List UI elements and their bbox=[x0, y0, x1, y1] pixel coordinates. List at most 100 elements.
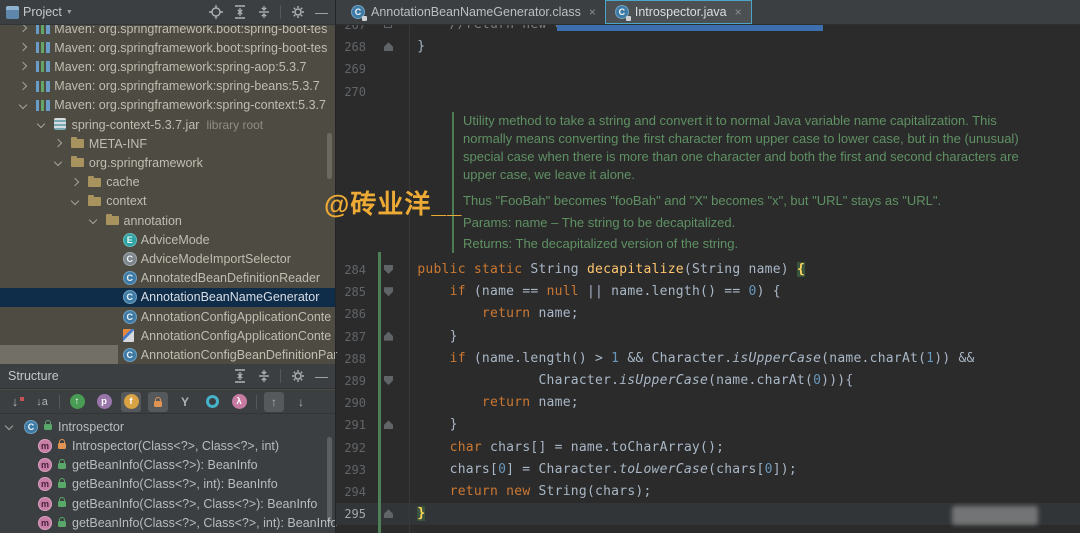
chevron-right-icon[interactable] bbox=[19, 62, 28, 71]
vcs-change-bar bbox=[378, 252, 381, 533]
project-tree-item[interactable]: context bbox=[0, 192, 335, 211]
chevron-down-icon[interactable] bbox=[70, 196, 80, 206]
code-line[interactable]: Character.isUpperCase(name.charAt(0))){ bbox=[385, 370, 853, 392]
structure-tree-item[interactable]: getBeanInfo(Class<?>): BeanInfo bbox=[0, 456, 335, 475]
green-lock-icon bbox=[58, 516, 66, 527]
method-icon bbox=[38, 516, 52, 530]
code-line[interactable]: public static String decapitalize(String… bbox=[385, 259, 806, 281]
code-line[interactable]: char chars[] = name.toCharArray(); bbox=[385, 437, 724, 459]
sort-alphabetically-icon[interactable]: ↓a bbox=[32, 392, 52, 412]
tree-item-label: Maven: org.springframework:spring-contex… bbox=[54, 98, 326, 113]
show-inherited-icon[interactable]: ↑ bbox=[67, 392, 87, 412]
blurred-watermark bbox=[952, 506, 1038, 525]
structure-item-label: getBeanInfo(Class<?>): BeanInfo bbox=[72, 458, 258, 473]
expand-all-icon[interactable] bbox=[232, 369, 247, 384]
project-tree-item[interactable]: AnnotationBeanNameGenerator bbox=[0, 287, 335, 307]
structure-tree-item[interactable]: Introspector(Class<?>, Class<?>, int) bbox=[0, 436, 335, 455]
chevron-down-icon[interactable]: ▼ bbox=[66, 9, 73, 16]
project-tree-item[interactable]: Maven: org.springframework.boot:spring-b… bbox=[0, 38, 335, 57]
editor-tab[interactable]: Introspector.java × bbox=[604, 0, 752, 24]
class-icon bbox=[351, 5, 367, 21]
close-icon[interactable]: × bbox=[735, 5, 742, 19]
project-tree-item[interactable]: org.springframework bbox=[0, 153, 335, 172]
line-number: 290 bbox=[344, 396, 366, 411]
close-icon[interactable]: × bbox=[589, 5, 596, 19]
line-number: 270 bbox=[344, 84, 366, 99]
show-non-public-icon[interactable] bbox=[148, 391, 168, 412]
code-line[interactable]: } bbox=[385, 326, 458, 348]
show-fields-icon[interactable]: f bbox=[121, 391, 141, 412]
watermark: @砖业洋__ bbox=[324, 189, 463, 219]
code-line[interactable]: return new String(chars); bbox=[385, 481, 652, 503]
tool-window-icon[interactable] bbox=[6, 5, 19, 19]
collapse-all-icon[interactable] bbox=[256, 5, 271, 20]
chevron-right-icon[interactable] bbox=[19, 42, 28, 52]
project-tree-item[interactable]: cache bbox=[0, 173, 335, 192]
project-tree-item[interactable]: AnnotationConfigBeanDefinitionPar bbox=[0, 345, 337, 365]
chevron-down-icon[interactable] bbox=[36, 119, 45, 129]
code-line[interactable]: return name; bbox=[385, 392, 579, 414]
chevron-down-icon[interactable] bbox=[88, 215, 97, 225]
chevron-down-icon[interactable] bbox=[4, 421, 14, 431]
classdim-icon bbox=[122, 251, 137, 266]
project-panel-title[interactable]: Project bbox=[23, 5, 62, 19]
structure-tree-item[interactable]: getBeanInfo(Class<?>, Class<?>, int): Be… bbox=[0, 514, 337, 533]
kotlin-icon bbox=[122, 329, 134, 343]
structure-tree-item[interactable]: getBeanInfo(Class<?>, Class<?>): BeanInf… bbox=[0, 494, 335, 513]
structure-toolbar: ↓ ↓a ↑ p f Yλ ↑ ↓ bbox=[0, 390, 335, 414]
project-tree-item[interactable]: AnnotatedBeanDefinitionReader bbox=[0, 269, 335, 288]
group-methods-icon[interactable]: Y bbox=[175, 392, 195, 412]
settings-icon[interactable] bbox=[290, 369, 305, 384]
project-tree-item[interactable]: AdviceMode bbox=[0, 230, 335, 249]
expand-all-icon[interactable] bbox=[232, 5, 247, 20]
chevron-right-icon[interactable] bbox=[19, 23, 28, 33]
settings-icon[interactable] bbox=[290, 5, 305, 20]
collapse-all-icon[interactable] bbox=[256, 369, 271, 384]
folder-icon bbox=[88, 194, 102, 206]
structure-tree-item[interactable]: getBeanInfo(Class<?>, int): BeanInfo bbox=[0, 475, 335, 494]
chevron-right-icon[interactable] bbox=[53, 138, 63, 148]
structure-item-label: getBeanInfo(Class<?>, Class<?>): BeanInf… bbox=[72, 496, 318, 511]
sort-by-visibility-icon[interactable]: ↓ bbox=[5, 392, 25, 412]
show-visibility-icon[interactable] bbox=[202, 392, 222, 412]
hide-icon[interactable]: — bbox=[314, 369, 329, 384]
code-line[interactable]: if (name == null || name.length() == 0) … bbox=[385, 281, 781, 303]
panel-divider[interactable] bbox=[335, 0, 336, 533]
tree-item-label: annotation bbox=[123, 213, 182, 228]
project-tree-item[interactable]: META-INF bbox=[0, 134, 335, 153]
project-tree-item[interactable]: Maven: org.springframework:spring-contex… bbox=[0, 96, 335, 115]
show-lambdas-icon[interactable]: λ bbox=[229, 392, 249, 412]
scroll-to-source-icon[interactable]: ↑ bbox=[264, 391, 284, 412]
code-line[interactable]: } bbox=[385, 414, 458, 436]
doc-paragraph-line: special case when there is more than one… bbox=[463, 149, 1019, 164]
project-tree-item[interactable]: AdviceModeImportSelector bbox=[0, 249, 335, 268]
method-icon bbox=[38, 458, 52, 473]
project-tree-item[interactable]: AnnotationConfigApplicationConte bbox=[0, 307, 335, 326]
locate-icon[interactable] bbox=[208, 5, 223, 20]
tree-item-label: AnnotatedBeanDefinitionReader bbox=[140, 271, 321, 286]
chevron-right-icon[interactable] bbox=[19, 81, 28, 90]
project-tree-item[interactable]: Maven: org.springframework:spring-beans:… bbox=[0, 77, 335, 96]
scroll-from-source-icon[interactable]: ↓ bbox=[291, 392, 311, 412]
line-number: 291 bbox=[344, 418, 366, 433]
project-tree-item[interactable]: AnnotationConfigApplicationConte bbox=[0, 326, 335, 345]
project-tree-item[interactable]: Maven: org.springframework:spring-aop:5.… bbox=[0, 57, 335, 76]
project-tree-item[interactable]: spring-context-5.3.7.jar library root bbox=[0, 115, 335, 134]
method-icon bbox=[38, 496, 52, 511]
project-tree-item[interactable]: annotation bbox=[0, 211, 335, 230]
structure-panel-title[interactable]: Structure bbox=[8, 369, 59, 383]
show-properties-icon[interactable]: p bbox=[94, 392, 114, 412]
structure-tree-item[interactable]: Introspector bbox=[0, 417, 335, 436]
scrollbar-thumb[interactable] bbox=[327, 133, 332, 179]
lock-badge-icon bbox=[625, 16, 631, 21]
hide-icon[interactable]: — bbox=[314, 5, 329, 20]
chevron-down-icon[interactable] bbox=[19, 100, 28, 110]
scrollbar-thumb[interactable] bbox=[327, 437, 332, 523]
code-line[interactable]: if (name.length() > 1 && Character.isUpp… bbox=[385, 348, 975, 370]
editor-tab[interactable]: AnnotationBeanNameGenerator.class × bbox=[342, 0, 605, 24]
code-line[interactable]: return name; bbox=[385, 303, 579, 325]
chevron-down-icon[interactable] bbox=[53, 158, 63, 167]
chevron-right-icon[interactable] bbox=[70, 177, 80, 186]
code-line[interactable]: chars[0] = Character.toLowerCase(chars[0… bbox=[385, 459, 797, 481]
folder-icon bbox=[70, 137, 84, 149]
